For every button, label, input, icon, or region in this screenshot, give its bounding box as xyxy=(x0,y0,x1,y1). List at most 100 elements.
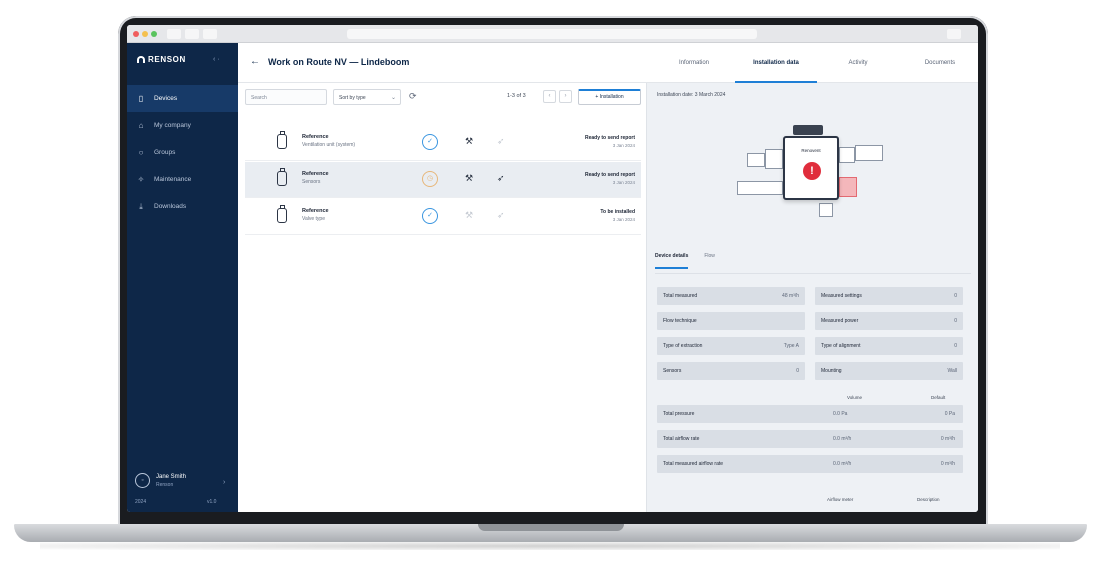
sidebar-item-devices[interactable]: ▯ Devices xyxy=(127,85,238,112)
add-installation-button[interactable]: + Installation xyxy=(578,89,641,105)
column-header-airflow-meter: Airflow meter xyxy=(827,497,854,502)
installation-diagram[interactable]: Renovent ! xyxy=(737,123,897,233)
groups-icon: ○ xyxy=(138,147,144,157)
field-label: Sensors xyxy=(663,368,682,374)
sidebar-item-my-company[interactable]: ⌂ My company xyxy=(127,112,238,139)
screen: RENSON ‹ · ▯ Devices ⌂ My company ○ Grou… xyxy=(127,25,978,512)
duct-box-error[interactable] xyxy=(839,177,857,197)
table-row[interactable]: Reference Ventilation unit (system) ✓ ⚒ … xyxy=(245,125,641,161)
table-row[interactable]: Reference Valve type ✓ ⚒ ➶ To be install… xyxy=(245,199,641,235)
company-icon: ⌂ xyxy=(138,120,144,130)
row-volume-value: 0.0 m³/h xyxy=(833,461,852,467)
device-status-date: 3 Jan 2024 xyxy=(612,143,635,148)
tab-device-details[interactable]: Device details xyxy=(655,253,689,269)
rocket-icon[interactable]: ➶ xyxy=(497,173,505,184)
field-mounting[interactable]: Mounting Wall xyxy=(815,362,963,380)
field-value: 48 m³/h xyxy=(782,293,799,299)
next-page-button[interactable]: › xyxy=(559,90,572,103)
field-measured-power[interactable]: Measured power 0 xyxy=(815,312,963,330)
tab-information[interactable]: Information xyxy=(653,43,735,83)
field-label: Total measured xyxy=(663,293,698,299)
browser-chrome xyxy=(127,25,978,43)
field-value: 0 xyxy=(796,368,799,374)
row-label: Total airflow rate xyxy=(663,436,700,442)
device-status: To be installed xyxy=(600,209,635,215)
address-bar[interactable] xyxy=(347,29,757,39)
field-label: Type of alignment xyxy=(821,343,861,349)
ventilation-unit[interactable]: Renovent ! xyxy=(783,136,839,200)
device-name: Reference xyxy=(302,134,329,140)
list-toolbar: Search Sort by type ⌄ ⟳ 1-3 of 3 ‹ › + I… xyxy=(245,89,641,105)
pagination-text: 1-3 of 3 xyxy=(507,93,526,99)
brand-name: RENSON xyxy=(148,55,186,64)
row-total-pressure[interactable]: Total pressure 0.0 Pa 0 Pa xyxy=(657,405,963,423)
tab-flow[interactable]: Flow xyxy=(704,253,715,269)
duct-box xyxy=(839,147,855,163)
wrench-icon[interactable]: ⚒ xyxy=(465,136,473,147)
sidebar-item-downloads[interactable]: ⤓ Downloads xyxy=(127,193,238,220)
field-type-of-alignment[interactable]: Type of alignment 0 xyxy=(815,337,963,355)
brand-logo[interactable]: RENSON xyxy=(137,55,186,64)
rocket-icon[interactable]: ➶ xyxy=(497,210,505,221)
column-header-description: Description xyxy=(917,497,940,502)
sidebar-item-label: My company xyxy=(154,122,191,129)
wrench-icon[interactable]: ⚒ xyxy=(465,210,473,221)
close-dot[interactable] xyxy=(133,31,139,37)
browser-menu-button[interactable] xyxy=(947,29,961,39)
divider xyxy=(655,273,971,274)
field-value: Type A xyxy=(783,343,799,349)
field-value: 0 xyxy=(954,318,957,324)
duct-box xyxy=(737,181,783,195)
sidebar-item-groups[interactable]: ○ Groups xyxy=(127,139,238,166)
field-flow-technique[interactable]: Flow technique xyxy=(657,312,805,330)
tab-installation-data[interactable]: Installation data xyxy=(735,43,817,83)
forward-nav-button[interactable] xyxy=(203,29,217,39)
minimize-dot[interactable] xyxy=(142,31,148,37)
arrow-left-icon[interactable]: ← xyxy=(250,56,260,67)
wrench-icon[interactable]: ⚒ xyxy=(465,173,473,184)
field-value: 0 xyxy=(954,343,957,349)
field-type-of-extraction[interactable]: Type of extraction Type A xyxy=(657,337,805,355)
chevron-right-icon[interactable]: › xyxy=(223,479,225,486)
rocket-icon[interactable]: ➶ xyxy=(497,136,505,147)
row-volume-value: 0.0 Pa xyxy=(833,411,848,417)
check-circle-icon: ✓ xyxy=(422,134,438,150)
sidebar-nav: ▯ Devices ⌂ My company ○ Groups ✧ Mainte… xyxy=(127,85,238,220)
avatar: ◦ xyxy=(135,473,150,488)
device-icon: ▯ xyxy=(138,93,144,103)
row-total-measured-airflow-rate[interactable]: Total measured airflow rate 0.0 m³/h 0 m… xyxy=(657,455,963,473)
table-row[interactable]: Reference Sensors ◷ ⚒ ➶ Ready to send re… xyxy=(245,162,641,198)
back-nav-button[interactable] xyxy=(185,29,199,39)
field-label: Type of extraction xyxy=(663,343,703,349)
row-label: Total measured airflow rate xyxy=(663,461,724,467)
sidebar-item-maintenance[interactable]: ✧ Maintenance xyxy=(127,166,238,193)
duct-box xyxy=(819,203,833,217)
refresh-icon[interactable]: ⟳ xyxy=(409,91,417,102)
field-sensors[interactable]: Sensors 0 xyxy=(657,362,805,380)
field-total-measured[interactable]: Total measured 48 m³/h xyxy=(657,287,805,305)
sidebar-item-label: Groups xyxy=(154,149,176,156)
user-company: Renson xyxy=(156,481,174,488)
user-profile[interactable]: ◦ Jane Smith Renson xyxy=(135,473,186,488)
device-name: Reference xyxy=(302,171,329,177)
sort-select[interactable]: Sort by type ⌄ xyxy=(333,89,401,105)
search-input[interactable]: Search xyxy=(245,89,327,105)
field-measured-settings[interactable]: Measured settings 0 xyxy=(815,287,963,305)
field-value: 0 xyxy=(954,293,957,299)
row-default-value: 0 Pa xyxy=(944,411,955,417)
device-list: Search Sort by type ⌄ ⟳ 1-3 of 3 ‹ › + I… xyxy=(238,83,646,512)
tab-bar: Information Installation data Activity D… xyxy=(653,43,978,83)
device-status-date: 3 Jan 2024 xyxy=(612,180,635,185)
tab-documents[interactable]: Documents xyxy=(899,43,978,83)
prev-page-button[interactable]: ‹ xyxy=(543,90,556,103)
field-label: Mounting xyxy=(821,368,842,374)
tab-activity[interactable]: Activity xyxy=(817,43,899,83)
row-default-value: 0 m³/h xyxy=(940,461,955,467)
row-label: Total pressure xyxy=(663,411,695,417)
row-total-airflow-rate[interactable]: Total airflow rate 0.0 m³/h 0 m³/h xyxy=(657,430,963,448)
column-header-default: Default xyxy=(931,395,946,400)
chevron-left-icon[interactable]: ‹ · xyxy=(213,56,220,63)
maximize-dot[interactable] xyxy=(151,31,157,37)
sidebar-toggle-button[interactable] xyxy=(167,29,181,39)
ventilation-device-icon xyxy=(277,131,287,149)
